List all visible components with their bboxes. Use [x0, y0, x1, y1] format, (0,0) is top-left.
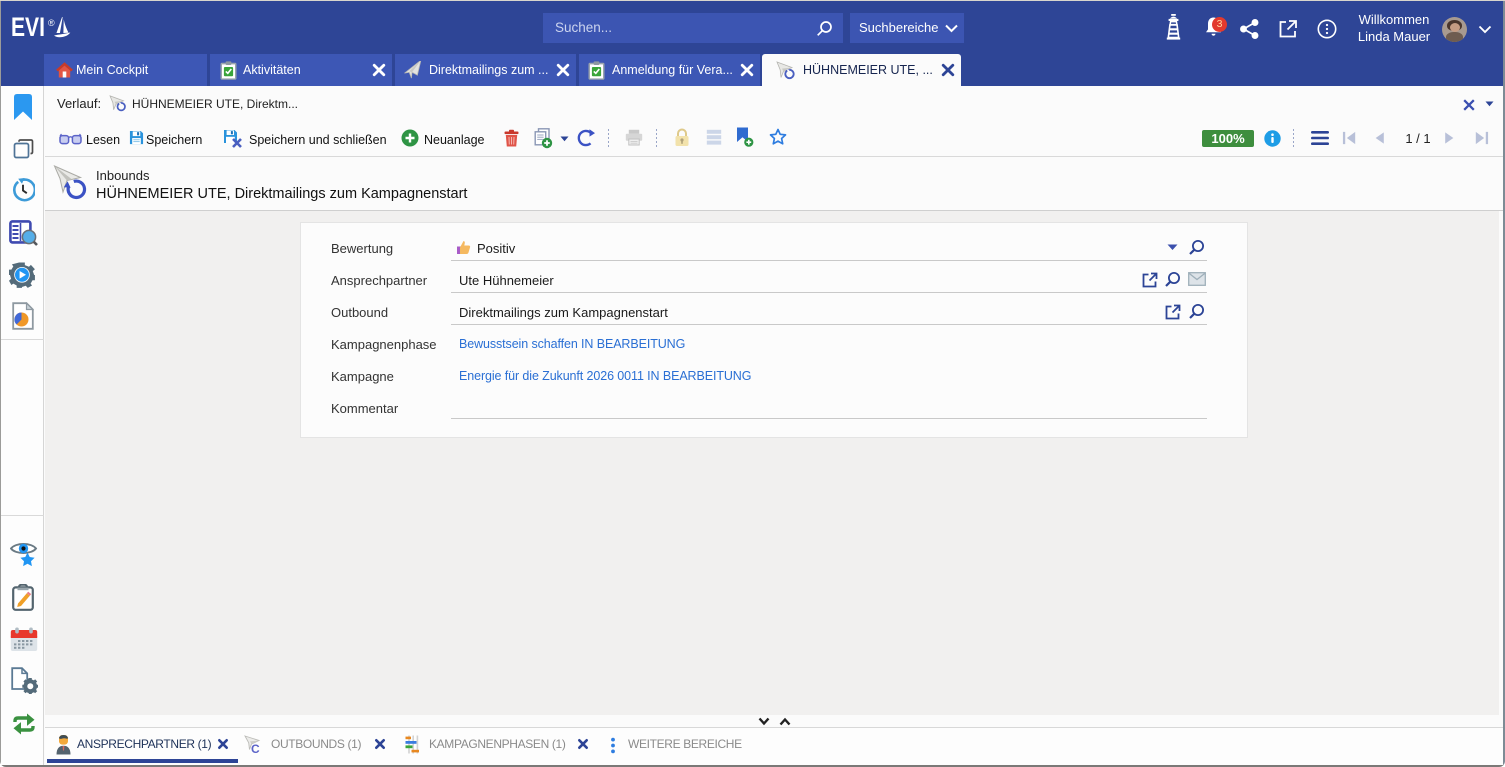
svg-text:C: C	[251, 742, 260, 755]
